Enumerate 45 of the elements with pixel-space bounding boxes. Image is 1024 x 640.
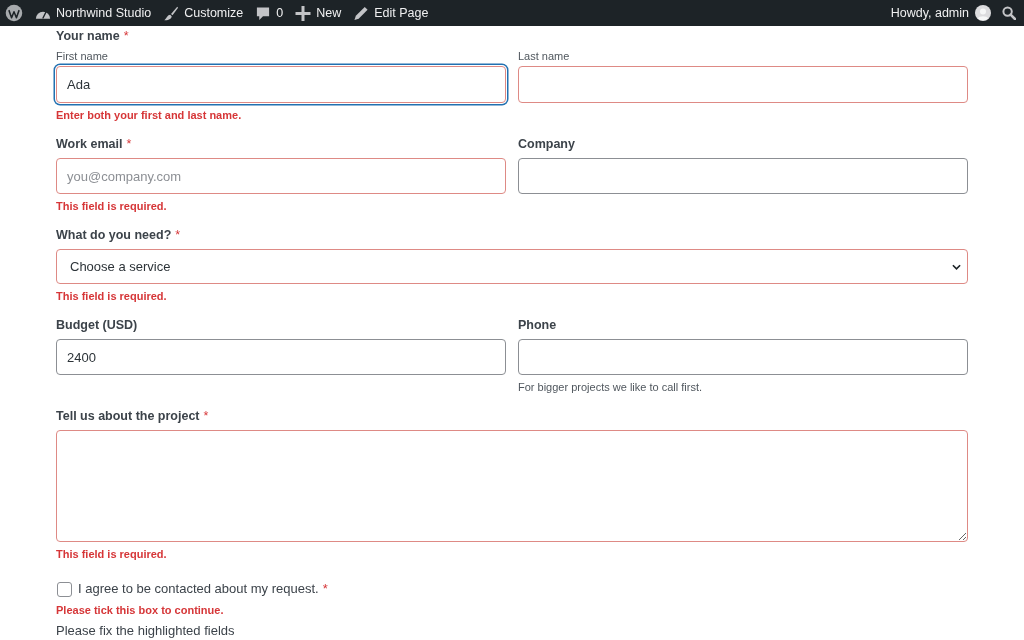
account-link[interactable]: Howdy, admin: [890, 0, 991, 26]
chevron-down-icon: [952, 263, 961, 270]
plus-icon: [295, 5, 312, 21]
site-name-link[interactable]: Northwind Studio: [35, 0, 152, 26]
text-input-field[interactable]: 2400: [56, 339, 506, 375]
field-label: What do you need?: [56, 227, 172, 243]
required-asterisk: *: [123, 28, 129, 44]
help-text: For bigger projects we like to call first.: [518, 380, 702, 394]
field-label: Company: [518, 136, 575, 152]
edit-page-link[interactable]: Edit Page: [353, 0, 429, 26]
required-asterisk: *: [322, 580, 328, 598]
avatar-icon: [975, 5, 991, 21]
search-icon[interactable]: [1002, 6, 1016, 20]
text-input-field[interactable]: [518, 339, 968, 375]
checkbox-label: I agree to be contacted about my request.: [78, 580, 319, 598]
field-label: Last name: [518, 49, 570, 63]
paintbrush-icon: [163, 5, 180, 21]
field-label: Budget (USD): [56, 317, 138, 333]
comments-link[interactable]: 0: [255, 0, 284, 26]
error-message: This field is required.: [56, 199, 167, 213]
error-message: This field is required.: [56, 547, 167, 561]
wordpress-logo-icon[interactable]: [5, 4, 23, 22]
error-message: This field is required.: [56, 289, 167, 303]
required-asterisk: *: [126, 136, 132, 152]
field-label: Work email: [56, 136, 123, 152]
error-message: Please tick this box to continue.: [56, 603, 224, 617]
checkbox[interactable]: [57, 581, 72, 597]
group-label: Your name: [56, 28, 120, 44]
customize-link[interactable]: Customize: [163, 0, 244, 26]
text-input-field[interactable]: [518, 158, 968, 194]
text-area-field[interactable]: [56, 430, 968, 542]
speech-bubble-icon: [255, 5, 272, 21]
required-asterisk: *: [175, 227, 181, 243]
dropdown-field[interactable]: Choose a service: [56, 249, 968, 284]
pencil-icon: [353, 5, 370, 21]
new-content-link[interactable]: New: [295, 0, 342, 26]
text-input-field[interactable]: you@company.com: [56, 158, 506, 194]
status-message: Please fix the highlighted fields: [56, 623, 236, 638]
required-asterisk: *: [203, 408, 209, 424]
field-label: Phone: [518, 317, 557, 333]
error-message: Enter both your first and last name.: [56, 108, 242, 122]
text-input-field[interactable]: [518, 66, 968, 103]
field-label: First name: [56, 49, 108, 63]
text-input-field[interactable]: Ada: [56, 66, 506, 103]
field-label: Tell us about the project: [56, 408, 200, 424]
